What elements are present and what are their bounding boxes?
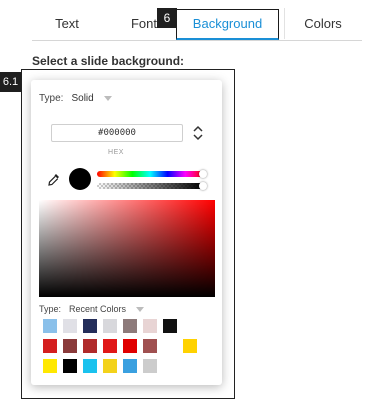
recent-color-swatch[interactable] <box>63 339 77 353</box>
recent-color-swatch[interactable] <box>63 319 77 333</box>
recent-type-label: Type: <box>39 304 62 314</box>
alpha-slider[interactable] <box>97 183 203 189</box>
recent-color-swatch[interactable] <box>83 319 97 333</box>
recent-color-swatch[interactable] <box>43 359 57 373</box>
recent-color-swatch[interactable] <box>163 319 177 333</box>
type-value: Solid <box>71 93 94 104</box>
saturation-area[interactable] <box>39 200 215 297</box>
recent-color-swatch[interactable] <box>123 319 137 333</box>
current-color-swatch <box>69 168 91 190</box>
hue-slider[interactable] <box>97 171 203 177</box>
tab-text[interactable]: Text <box>32 8 102 39</box>
recent-color-swatch[interactable] <box>103 339 117 353</box>
recent-color-swatch[interactable] <box>63 359 77 373</box>
hex-caption: HEX <box>108 149 124 156</box>
chevron-down-icon <box>136 306 145 312</box>
recent-type-dropdown[interactable]: Type: Recent Colors <box>39 304 145 314</box>
step-badge-tab: 6 <box>157 8 177 28</box>
recent-type-value: Recent Colors <box>69 304 127 314</box>
recent-color-swatch[interactable] <box>143 359 157 373</box>
recent-color-swatch[interactable] <box>123 359 137 373</box>
hex-input[interactable]: #000000 <box>51 124 183 142</box>
chevron-down-icon <box>103 96 112 101</box>
recent-color-swatch[interactable] <box>83 339 97 353</box>
section-heading: Select a slide background: <box>32 54 185 68</box>
recent-color-swatch[interactable] <box>143 339 157 353</box>
hue-slider-handle[interactable] <box>199 170 207 178</box>
recent-color-swatch[interactable] <box>103 359 117 373</box>
color-picker-panel: Type: Solid #000000 HEX Type: Recent Col… <box>31 80 222 385</box>
tab-background[interactable]: Background <box>176 9 279 40</box>
tab-colors[interactable]: Colors <box>284 8 361 39</box>
type-label: Type: <box>39 93 64 104</box>
eyedropper-icon[interactable] <box>47 172 61 188</box>
recent-color-swatch[interactable] <box>143 319 157 333</box>
tab-bar: Text Font Background Colors <box>32 8 362 41</box>
recent-color-swatch[interactable] <box>83 359 97 373</box>
format-toggle-icon[interactable] <box>191 124 205 142</box>
recent-color-swatch[interactable] <box>43 339 57 353</box>
recent-color-swatch[interactable] <box>103 319 117 333</box>
recent-color-swatch[interactable] <box>183 339 197 353</box>
alpha-slider-handle[interactable] <box>199 182 207 190</box>
recent-color-swatch[interactable] <box>43 319 57 333</box>
step-badge-panel: 6.1 <box>0 72 21 92</box>
recent-colors-grid <box>43 319 213 379</box>
type-dropdown[interactable]: Type: Solid <box>39 93 112 104</box>
recent-color-swatch[interactable] <box>123 339 137 353</box>
